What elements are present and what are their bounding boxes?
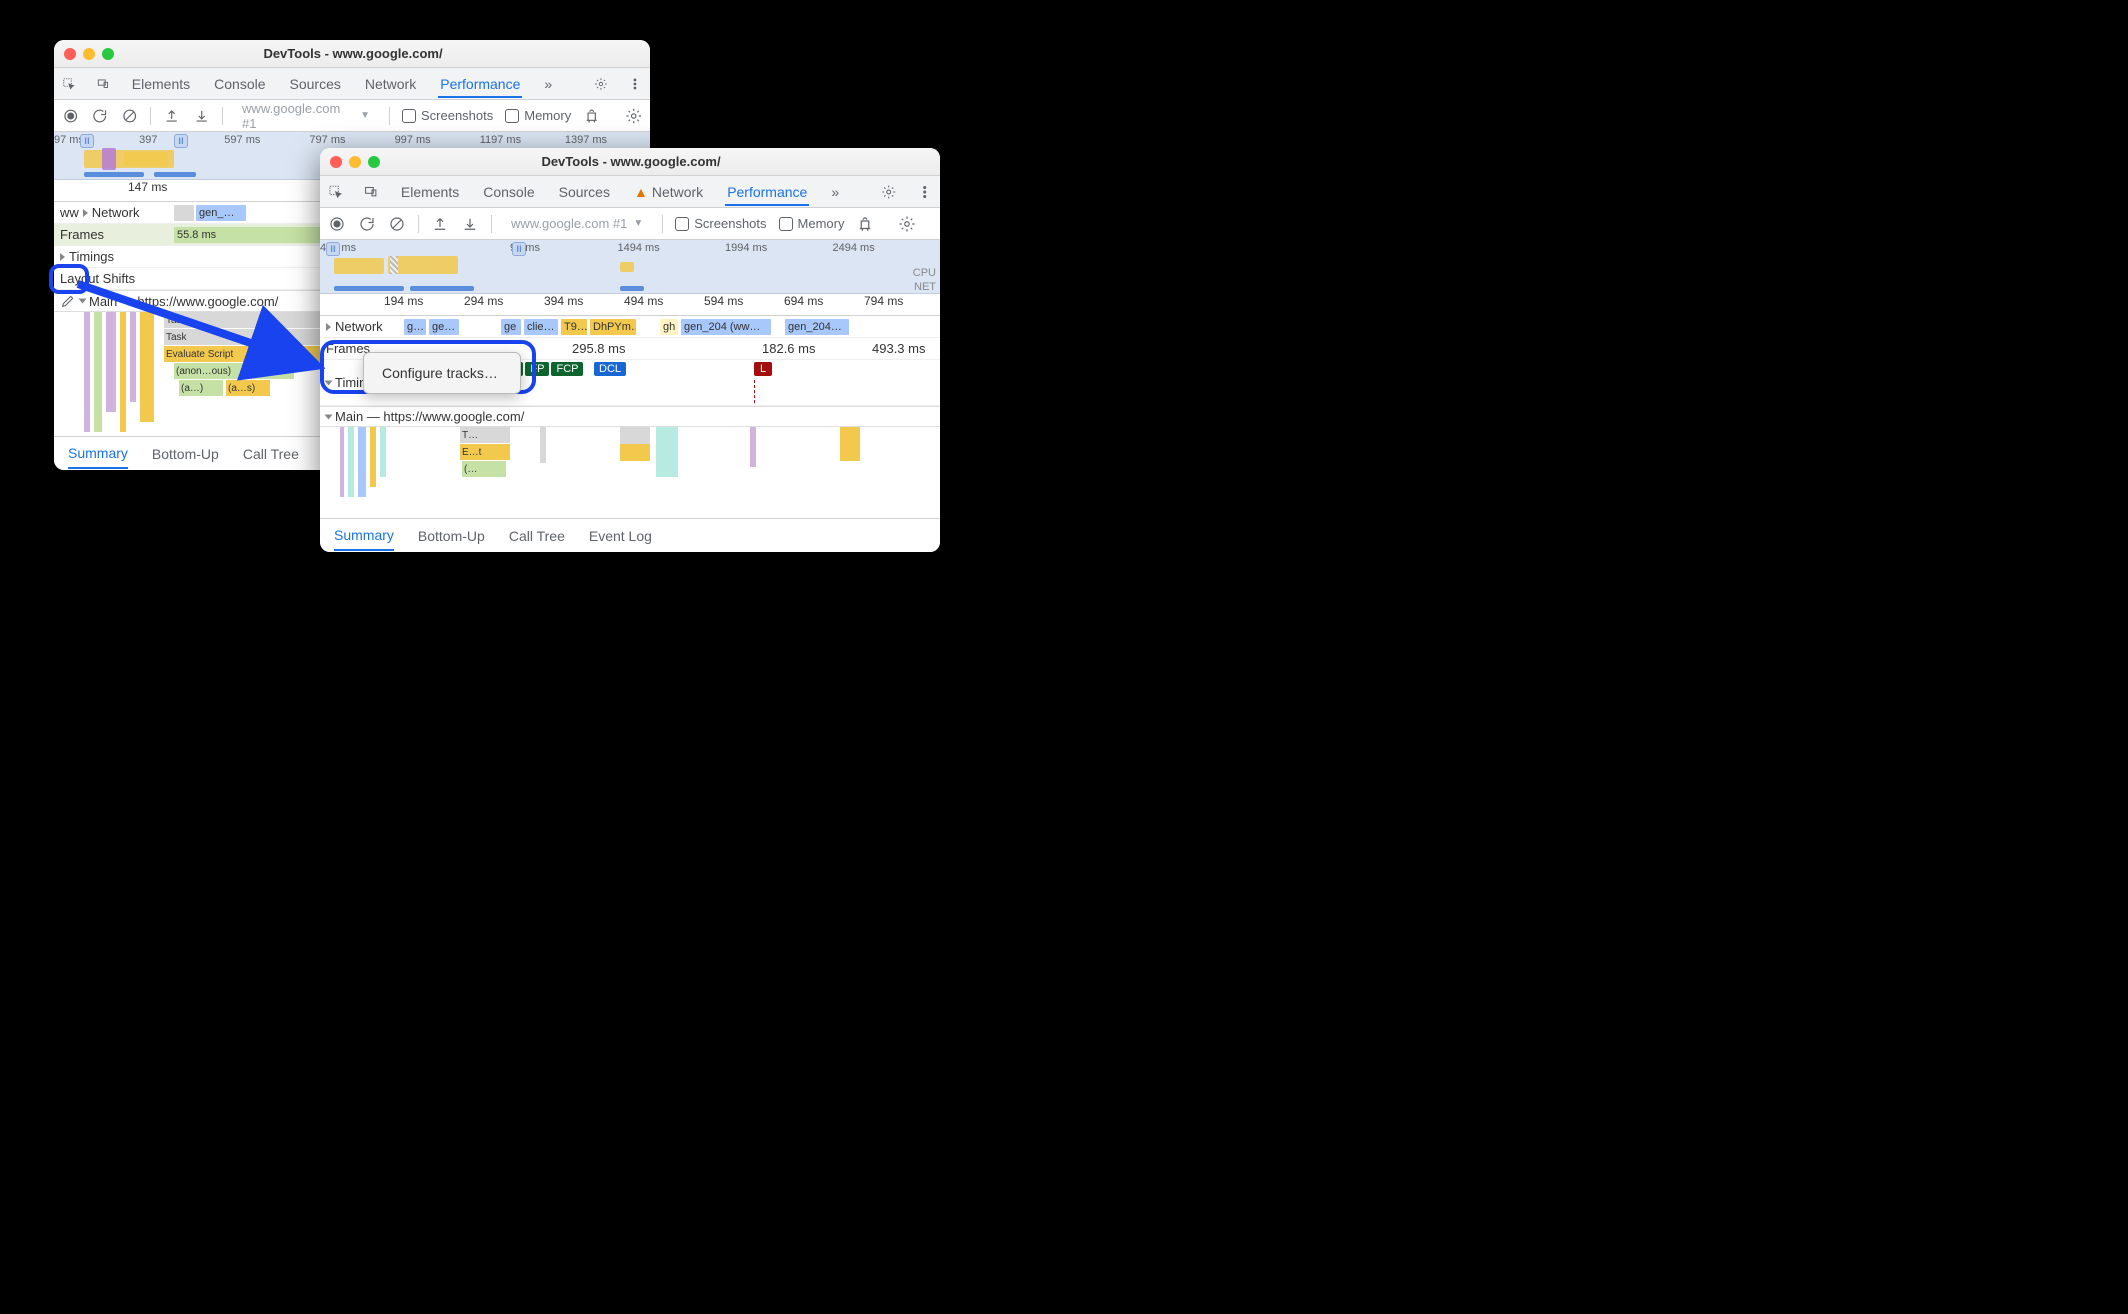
gear-icon[interactable] — [881, 183, 896, 201]
window-title: DevTools - www.google.com/ — [388, 154, 874, 169]
range-end-handle[interactable]: II — [512, 242, 526, 256]
tab-sources[interactable]: Sources — [557, 178, 612, 206]
chevron-right-icon — [60, 253, 65, 261]
device-icon[interactable] — [363, 183, 378, 201]
context-menu[interactable]: Configure tracks… — [363, 352, 521, 394]
chevron-right-icon — [83, 209, 88, 217]
zoom-icon[interactable] — [368, 156, 380, 168]
network-row[interactable]: Network g… ge… ge clie… T9… DhPYm… gh ge… — [320, 316, 940, 338]
screenshots-checkbox[interactable]: Screenshots — [675, 216, 766, 231]
bottom-tab-eventlog[interactable]: Event Log — [589, 522, 652, 550]
minimize-icon[interactable] — [349, 156, 361, 168]
main-track-label: Main — https://www.google.com/ — [335, 409, 524, 424]
tab-network[interactable]: ▲Network — [632, 178, 705, 206]
devtools-window-2: DevTools - www.google.com/ Elements Cons… — [320, 148, 940, 552]
minimize-icon[interactable] — [83, 48, 95, 60]
profile-select-label: www.google.com #1 — [511, 216, 627, 231]
bottom-tab-bottomup[interactable]: Bottom-Up — [418, 522, 485, 550]
garbage-icon[interactable] — [583, 107, 600, 125]
zoom-icon[interactable] — [102, 48, 114, 60]
upload-icon[interactable] — [431, 215, 449, 233]
gear-icon[interactable] — [594, 75, 608, 93]
titlebar: DevTools - www.google.com/ — [320, 148, 940, 176]
record-icon[interactable] — [62, 107, 79, 125]
net-label: NET — [914, 281, 936, 293]
flame-chart[interactable]: T… E…t (… — [320, 427, 940, 513]
cpu-label: CPU — [913, 267, 936, 279]
profile-select[interactable]: www.google.com #1▼ — [504, 213, 650, 234]
tab-network[interactable]: Network — [363, 70, 418, 98]
garbage-icon[interactable] — [856, 215, 874, 233]
bottom-tab-bottomup[interactable]: Bottom-Up — [152, 440, 219, 468]
window-title: DevTools - www.google.com/ — [122, 46, 584, 61]
tab-elements[interactable]: Elements — [399, 178, 461, 206]
bottom-tab-calltree[interactable]: Call Tree — [509, 522, 565, 550]
profile-select-label: www.google.com #1 — [242, 101, 354, 131]
annotation-arrow — [70, 270, 340, 390]
memory-checkbox[interactable]: Memory — [779, 216, 845, 231]
traffic-lights[interactable] — [64, 48, 114, 60]
range-start-handle[interactable]: II — [326, 242, 340, 256]
memory-checkbox[interactable]: Memory — [505, 108, 571, 123]
reload-icon[interactable] — [91, 107, 108, 125]
bottom-tabs: Summary Bottom-Up Call Tree Event Log — [320, 518, 940, 552]
tab-performance[interactable]: Performance — [438, 70, 522, 98]
profile-select[interactable]: www.google.com #1▼ — [235, 98, 377, 134]
range-end-handle[interactable]: II — [174, 134, 188, 148]
screenshots-checkbox[interactable]: Screenshots — [402, 108, 493, 123]
overview-ticks: 97 ms397 597 ms797 ms 997 ms1197 ms 1397… — [54, 134, 650, 146]
panel-tabs: Elements Console Sources Network Perform… — [54, 68, 650, 100]
close-icon[interactable] — [64, 48, 76, 60]
tab-sources[interactable]: Sources — [288, 70, 343, 98]
tracks-area: Network g… ge… ge clie… T9… DhPYm… gh ge… — [320, 316, 940, 518]
perf-toolbar: www.google.com #1▼ Screenshots Memory — [54, 100, 650, 132]
tab-console[interactable]: Console — [481, 178, 536, 206]
bottom-tab-summary[interactable]: Summary — [334, 521, 394, 551]
inspect-icon[interactable] — [62, 75, 76, 93]
tab-elements[interactable]: Elements — [130, 70, 192, 98]
inspect-icon[interactable] — [328, 183, 343, 201]
chevron-down-icon — [325, 414, 333, 419]
time-ruler: 194 ms294 ms 394 ms494 ms 594 ms694 ms 7… — [320, 294, 940, 316]
capture-settings-icon[interactable] — [625, 107, 642, 125]
record-icon[interactable] — [328, 215, 346, 233]
overview-timeline[interactable]: 494 ms 94 ms 1494 ms 1994 ms 2494 ms II … — [320, 240, 940, 294]
clear-icon[interactable] — [388, 215, 406, 233]
bottom-tab-calltree[interactable]: Call Tree — [243, 440, 299, 468]
capture-settings-icon[interactable] — [898, 215, 916, 233]
clear-icon[interactable] — [121, 107, 138, 125]
panel-tabs: Elements Console Sources ▲Network Perfor… — [320, 176, 940, 208]
traffic-lights[interactable] — [330, 156, 380, 168]
kebab-icon[interactable] — [917, 183, 932, 201]
perf-toolbar: www.google.com #1▼ Screenshots Memory — [320, 208, 940, 240]
menu-item-configure-tracks[interactable]: Configure tracks… — [364, 359, 520, 387]
main-track-header[interactable]: Main — https://www.google.com/ — [320, 406, 940, 427]
tabs-overflow[interactable]: » — [829, 178, 841, 206]
overview-ticks: 494 ms 94 ms 1494 ms 1994 ms 2494 ms — [320, 242, 940, 254]
tab-performance[interactable]: Performance — [725, 178, 809, 206]
upload-icon[interactable] — [163, 107, 180, 125]
close-icon[interactable] — [330, 156, 342, 168]
titlebar: DevTools - www.google.com/ — [54, 40, 650, 68]
device-icon[interactable] — [96, 75, 110, 93]
tab-console[interactable]: Console — [212, 70, 267, 98]
tabs-overflow[interactable]: » — [542, 70, 554, 98]
download-icon[interactable] — [461, 215, 479, 233]
warning-icon: ▲ — [634, 184, 648, 200]
range-start-handle[interactable]: II — [80, 134, 94, 148]
download-icon[interactable] — [193, 107, 210, 125]
bottom-tab-summary[interactable]: Summary — [68, 439, 128, 469]
kebab-icon[interactable] — [628, 75, 642, 93]
reload-icon[interactable] — [358, 215, 376, 233]
